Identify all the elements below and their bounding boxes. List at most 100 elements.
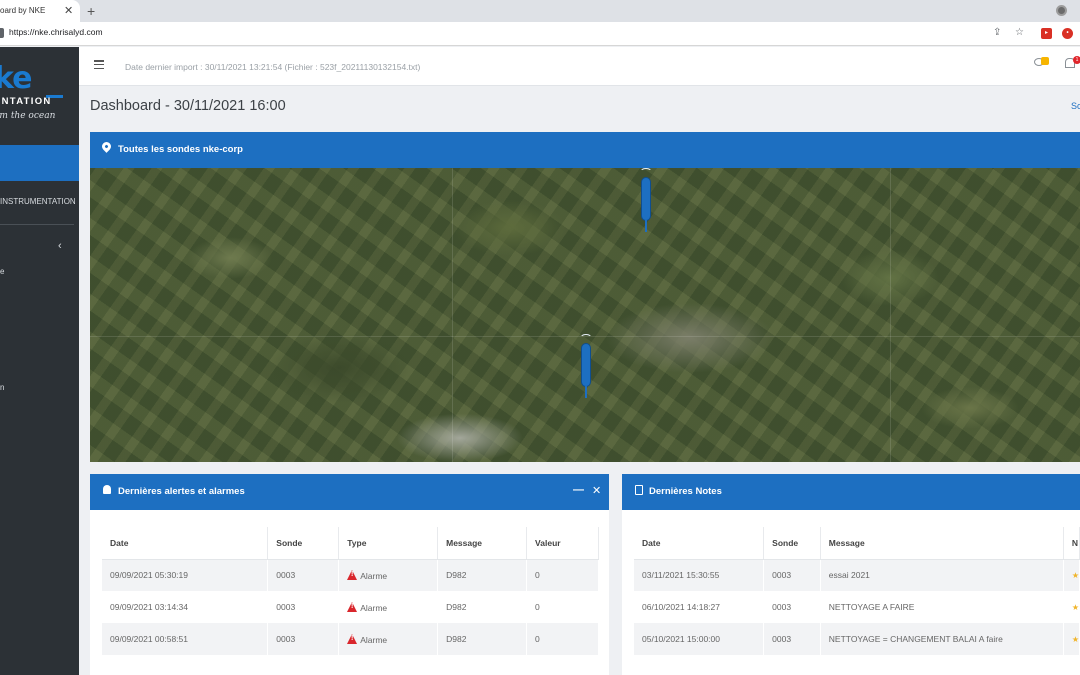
column-header-sonde[interactable]: Sonde xyxy=(763,527,821,560)
cell-sonde: 0003 xyxy=(267,623,340,655)
cell-valeur: 0 xyxy=(526,623,599,655)
share-icon[interactable]: ⇪ xyxy=(993,27,1001,38)
map-tile-seam xyxy=(452,168,453,462)
new-tab-icon[interactable]: + xyxy=(87,0,95,22)
signal-icon xyxy=(640,168,652,176)
alarm-warning-icon xyxy=(347,601,358,612)
cell-message: NETTOYAGE A FAIRE xyxy=(820,591,1064,623)
clipboard-icon xyxy=(635,485,643,495)
table-header-row: Date Sonde Message N xyxy=(634,527,1080,560)
alerts-panel-header: Dernières alertes et alarmes — ✕ xyxy=(90,474,609,510)
column-header-type[interactable]: Type xyxy=(338,527,439,560)
cell-rating: ★ xyxy=(1063,591,1080,623)
cell-date: 09/09/2021 05:30:19 xyxy=(102,559,269,591)
logo-tagline: om the ocean xyxy=(0,111,56,121)
cell-sonde: 0003 xyxy=(267,559,340,591)
table-row[interactable]: 09/09/2021 05:30:19 0003 Alarme D982 0 xyxy=(102,559,599,591)
sidebar-item-dashboard[interactable] xyxy=(0,145,79,181)
star-icon: ★ xyxy=(1071,603,1079,612)
close-panel-button[interactable]: ✕ xyxy=(592,484,601,497)
minimize-panel-button[interactable]: — xyxy=(573,484,584,496)
address-bar: https://nke.chrisalyd.com ⇪ ☆ ▸ • xyxy=(0,22,1080,46)
table-row[interactable]: 09/09/2021 00:58:51 0003 Alarme D982 0 xyxy=(102,623,599,655)
page-title: Dashboard - 30/11/2021 16:00 xyxy=(90,98,286,114)
cell-valeur: 0 xyxy=(526,559,599,591)
cell-type: Alarme xyxy=(338,559,439,591)
extension-icon[interactable]: ▸ xyxy=(1041,28,1052,39)
close-tab-icon[interactable]: ✕ xyxy=(64,0,73,22)
column-header-sonde[interactable]: Sonde xyxy=(267,527,340,560)
column-header-message[interactable]: Message xyxy=(437,527,528,560)
map-marker-icon xyxy=(100,140,113,153)
sidebar-divider xyxy=(0,224,74,225)
notes-panel-title: Dernières Notes xyxy=(649,486,722,497)
browser-tab[interactable]: oard by NKE ✕ xyxy=(0,0,80,22)
column-header-valeur[interactable]: Valeur xyxy=(526,527,599,560)
cell-rating: ★ xyxy=(1063,559,1080,591)
page-action-link[interactable]: Sc xyxy=(1071,101,1080,111)
column-header-date[interactable]: Date xyxy=(634,527,765,560)
cell-rating: ★ xyxy=(1063,623,1080,655)
table-header-row: Date Sonde Type Message Valeur xyxy=(102,527,599,560)
cell-sonde: 0003 xyxy=(267,591,340,623)
star-icon: ★ xyxy=(1071,571,1079,581)
notes-panel-header: Dernières Notes xyxy=(622,474,1080,510)
cell-date: 03/11/2021 15:30:55 xyxy=(634,559,765,591)
notes-panel-body: Date Sonde Message N 03/11/2021 15:30:55… xyxy=(622,510,1080,675)
map-tile-seam xyxy=(890,168,891,462)
table-row[interactable]: 03/11/2021 15:30:55 0003 essai 2021 ★ xyxy=(634,559,1080,591)
column-header-message[interactable]: Message xyxy=(820,527,1064,560)
satellite-map[interactable] xyxy=(90,168,1080,462)
sidebar-organization[interactable]: INSTRUMENTATION xyxy=(0,197,76,206)
brand-logo[interactable]: ke xyxy=(0,61,32,96)
map-panel-header: Toutes les sondes nke-corp xyxy=(90,132,1080,168)
cell-sonde: 0003 xyxy=(763,623,821,655)
bell-icon xyxy=(103,485,111,494)
column-header-date[interactable]: Date xyxy=(102,527,269,560)
cell-message: D982 xyxy=(437,591,528,623)
bookmark-star-icon[interactable]: ☆ xyxy=(1015,27,1024,38)
cell-message: D982 xyxy=(437,623,528,655)
cell-message: essai 2021 xyxy=(820,559,1064,591)
cell-date: 06/10/2021 14:18:27 xyxy=(634,591,765,623)
alerts-panel-title: Dernières alertes et alarmes xyxy=(118,486,245,497)
cell-date: 05/10/2021 15:00:00 xyxy=(634,623,765,655)
cell-message: NETTOYAGE = CHANGEMENT BALAI A faire xyxy=(820,623,1064,655)
table-row[interactable]: 05/10/2021 15:00:00 0003 NETTOYAGE = CHA… xyxy=(634,623,1080,655)
notifications-badge: 1 xyxy=(1073,56,1080,64)
profile-icon[interactable] xyxy=(1056,5,1067,16)
alarm-warning-icon xyxy=(347,569,358,580)
cell-sonde: 0003 xyxy=(763,559,821,591)
messages-badge xyxy=(1041,57,1049,65)
browser-tab-title: oard by NKE xyxy=(0,6,46,15)
star-icon: ★ xyxy=(1071,635,1079,644)
cell-date: 09/09/2021 03:14:34 xyxy=(102,591,269,623)
cell-sonde: 0003 xyxy=(763,591,821,623)
sidebar-item-label[interactable]: e xyxy=(0,267,4,276)
column-header-truncated[interactable]: N xyxy=(1063,527,1080,560)
url-field[interactable]: https://nke.chrisalyd.com xyxy=(9,27,103,37)
lock-icon xyxy=(0,28,4,38)
table-row[interactable]: 06/10/2021 14:18:27 0003 NETTOYAGE A FAI… xyxy=(634,591,1080,623)
alarm-type-label: Alarme xyxy=(360,570,388,581)
adblock-extension-icon[interactable]: • xyxy=(1062,28,1073,39)
table-row[interactable]: 09/09/2021 03:14:34 0003 Alarme D982 0 xyxy=(102,591,599,623)
sidebar-item-label[interactable]: n xyxy=(0,383,4,392)
alarm-type-label: Alarme xyxy=(360,602,388,613)
top-bar: Date dernier import : 30/11/2021 13:21:5… xyxy=(79,47,1080,86)
cell-type: Alarme xyxy=(338,591,439,623)
browser-tab-bar: oard by NKE ✕ + xyxy=(0,0,1080,22)
alerts-table: Date Sonde Type Message Valeur 09/09/202… xyxy=(102,527,599,655)
sidebar: ke ENTATION om the ocean INSTRUMENTATION… xyxy=(0,47,79,675)
last-import-info: Date dernier import : 30/11/2021 13:21:5… xyxy=(125,62,421,72)
cell-type: Alarme xyxy=(338,623,439,655)
hamburger-menu-icon[interactable] xyxy=(94,60,104,70)
alarm-warning-icon xyxy=(347,633,358,644)
signal-icon xyxy=(580,334,592,342)
map-panel-title: Toutes les sondes nke-corp xyxy=(118,144,243,155)
alarm-type-label: Alarme xyxy=(360,634,388,645)
chevron-left-icon[interactable]: ‹ xyxy=(58,240,62,252)
logo-subtitle: ENTATION xyxy=(0,96,52,107)
notes-table: Date Sonde Message N 03/11/2021 15:30:55… xyxy=(634,527,1080,655)
cell-message: D982 xyxy=(437,559,528,591)
